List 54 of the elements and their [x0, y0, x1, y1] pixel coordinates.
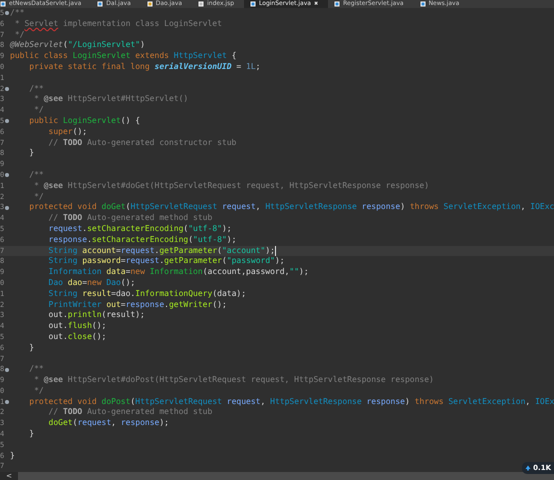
code-line: request.setCharacterEncoding("utf-8"); [48, 224, 232, 235]
code-line: // TODO Auto-generated method stub [48, 213, 212, 224]
file-icon [0, 1, 6, 7]
code-line: } [28, 342, 34, 354]
code-line: public LoginServlet() { [28, 116, 140, 127]
fold-icon[interactable] [5, 206, 9, 210]
file-icon [334, 1, 340, 7]
fold-icon[interactable] [5, 400, 9, 404]
code-line: out.println(result); [48, 310, 145, 322]
code-line: protected void doGet(HttpServletRequest request, HttpServletResponse response) throws ServletException, IOExc [28, 202, 554, 214]
fold-icon[interactable] [5, 119, 9, 124]
code-line: * @see HttpServlet#HttpServlet() [33, 94, 188, 106]
code-line: */ [14, 30, 24, 40]
code-line: doGet(request, response); [48, 418, 169, 430]
code-line: public class LoginServlet extends HttpServlet { [10, 51, 236, 62]
code-line: private static final long serialVersionUID = 1L; [28, 62, 260, 73]
text-cursor [274, 246, 276, 256]
file-icon [250, 1, 256, 7]
code-line: * @see HttpServlet#doPost(HttpServletRequest request, HttpServletResponse response) [33, 375, 434, 386]
fold-icon[interactable] [5, 11, 9, 16]
code-line: response.setCharacterEncoding("utf-8"); [48, 234, 236, 246]
code-line: String password=request.getParameter("password"); [48, 256, 285, 268]
code-line: Information data=new Information(account,password,""); [48, 267, 309, 278]
code-line: String account=request.getParameter("account"); [48, 246, 275, 256]
code-line: */ [33, 386, 44, 397]
fold-icon[interactable] [5, 368, 9, 372]
code-line: */ [33, 105, 44, 116]
code-line: */ [33, 192, 44, 202]
code-line: /** [28, 170, 44, 181]
file-icon [146, 1, 153, 7]
code-line: } [10, 450, 15, 462]
code-line: * @see HttpServlet#doGet(HttpServletRequest request, HttpServletResponse response) [33, 180, 430, 192]
code-line: // TODO Auto-generated constructor stub [48, 138, 236, 148]
file-icon [97, 1, 104, 7]
code-line: PrintWriter out=response.getWriter(); [48, 300, 227, 310]
code-line: /** [10, 8, 24, 19]
code-line: } [28, 148, 34, 160]
file-icon [420, 1, 426, 7]
code-line: @WebServlet("/LoginServlet") [10, 40, 145, 52]
file-icon [198, 1, 204, 7]
fold-icon[interactable] [5, 173, 9, 178]
code-line: out.flush(); [48, 321, 106, 332]
code-line: super(); [48, 126, 88, 138]
code-line: Dao dao=new Dao(); [48, 278, 136, 289]
code-line: * Servlet implementation class LoginServlet [14, 18, 222, 30]
upload-arrow-icon [525, 465, 532, 471]
code-line: /** [28, 84, 44, 94]
code-line: out.close(); [48, 332, 106, 343]
code-line: protected void doPost(HttpServletRequest request, HttpServletResponse response) throws ServletException, IOEx [28, 396, 554, 408]
code-line: } [28, 429, 34, 440]
code-line: // TODO Auto-generated method stub [48, 407, 212, 418]
code-line: String result=dao.InformationQuery(data); [48, 288, 246, 300]
fold-icon[interactable] [5, 86, 9, 91]
code-line: /** [28, 364, 44, 376]
